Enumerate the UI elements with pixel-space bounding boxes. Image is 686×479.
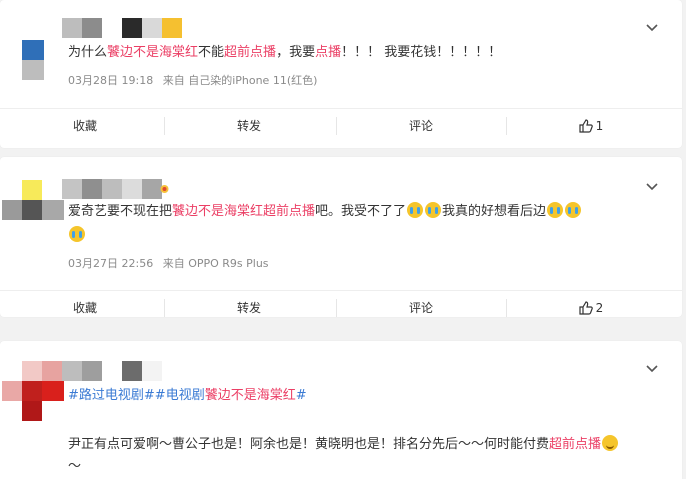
collect-button[interactable]: 收藏 [0,109,170,143]
chevron-down-icon[interactable] [646,365,658,375]
post-card: 为什么饕边不是海棠红不能超前点播，我要点播！！！ 我要花钱！！！！！ 03月28… [0,0,682,148]
post-text-continued: ～ [68,459,82,474]
topic-link[interactable]: # [296,388,307,403]
repost-button[interactable]: 转发 [164,291,334,325]
highlight-keyword[interactable]: 点播 [315,45,341,60]
like-count: 1 [595,119,604,133]
highlight-keyword[interactable]: 饕边不是海棠红 [205,388,296,403]
post-text-continued [68,225,86,247]
like-button[interactable]: 1 [506,109,676,143]
crying-face-emoji [69,226,85,242]
post-date[interactable]: 03月27日 22:56 [68,257,153,270]
action-bar: 收藏 转发 评论 2 [0,291,682,325]
username[interactable] [62,18,184,38]
post-source[interactable]: 来自 自己染的iPhone 11(红色) [163,74,318,87]
thumbs-up-icon [579,112,593,146]
post-text: 尹正有点可爱啊～曹公子也是！阿余也是！黄晓明也是！排名分先后～～何时能付费超前点… [68,434,619,456]
repost-button[interactable]: 转发 [164,109,334,143]
weibo-feed: 为什么饕边不是海棠红不能超前点播，我要点播！！！ 我要花钱！！！！！ 03月28… [0,0,686,479]
chevron-down-icon[interactable] [646,183,658,193]
username[interactable] [62,361,166,381]
highlight-keyword[interactable]: 超前点播 [549,437,601,452]
post-meta: 03月27日 22:56 来自 OPPO R9s Plus [68,255,275,271]
topic-link[interactable]: #电视剧 [155,388,205,403]
post-card: #路过电视剧##电视剧饕边不是海棠红# 尹正有点可爱啊～曹公子也是！阿余也是！黄… [0,341,682,479]
crying-face-emoji [407,202,424,218]
like-count: 2 [595,301,604,315]
vip-badge-icon[interactable] [160,179,169,193]
highlight-keyword[interactable]: 饕边不是海棠红 [107,45,198,60]
avatar[interactable] [22,40,44,80]
avatar[interactable] [2,361,64,421]
highlight-keyword[interactable]: 饕边不是海棠红超前点播 [172,204,315,219]
crying-face-emoji [547,202,564,218]
smiling-face-emoji [602,435,619,451]
post-date[interactable]: 03月28日 19:18 [68,74,153,87]
comment-button[interactable]: 评论 [336,291,506,325]
username[interactable] [62,179,166,199]
post-card: 爱奇艺要不现在把饕边不是海棠红超前点播吧。我受不了了 我真的好想看后边 03月27… [0,157,682,317]
comment-button[interactable]: 评论 [336,109,506,143]
post-meta: 03月28日 19:18 来自 自己染的iPhone 11(红色) [68,72,323,88]
topic-link[interactable]: #路过电视剧# [68,388,155,403]
highlight-keyword[interactable]: 超前点播 [224,45,276,60]
post-text: 爱奇艺要不现在把饕边不是海棠红超前点播吧。我受不了了 我真的好想看后边 [68,201,582,223]
chevron-down-icon[interactable] [646,24,658,34]
like-button[interactable]: 2 [506,291,676,325]
post-source[interactable]: 来自 OPPO R9s Plus [163,257,269,270]
post-text: #路过电视剧##电视剧饕边不是海棠红# [68,385,307,407]
crying-face-emoji [425,202,442,218]
action-bar: 收藏 转发 评论 1 [0,109,682,143]
thumbs-up-icon [579,294,593,328]
post-text: 为什么饕边不是海棠红不能超前点播，我要点播！！！ 我要花钱！！！！！ [68,45,502,60]
avatar[interactable] [2,180,64,220]
crying-face-emoji [565,202,582,218]
collect-button[interactable]: 收藏 [0,291,170,325]
